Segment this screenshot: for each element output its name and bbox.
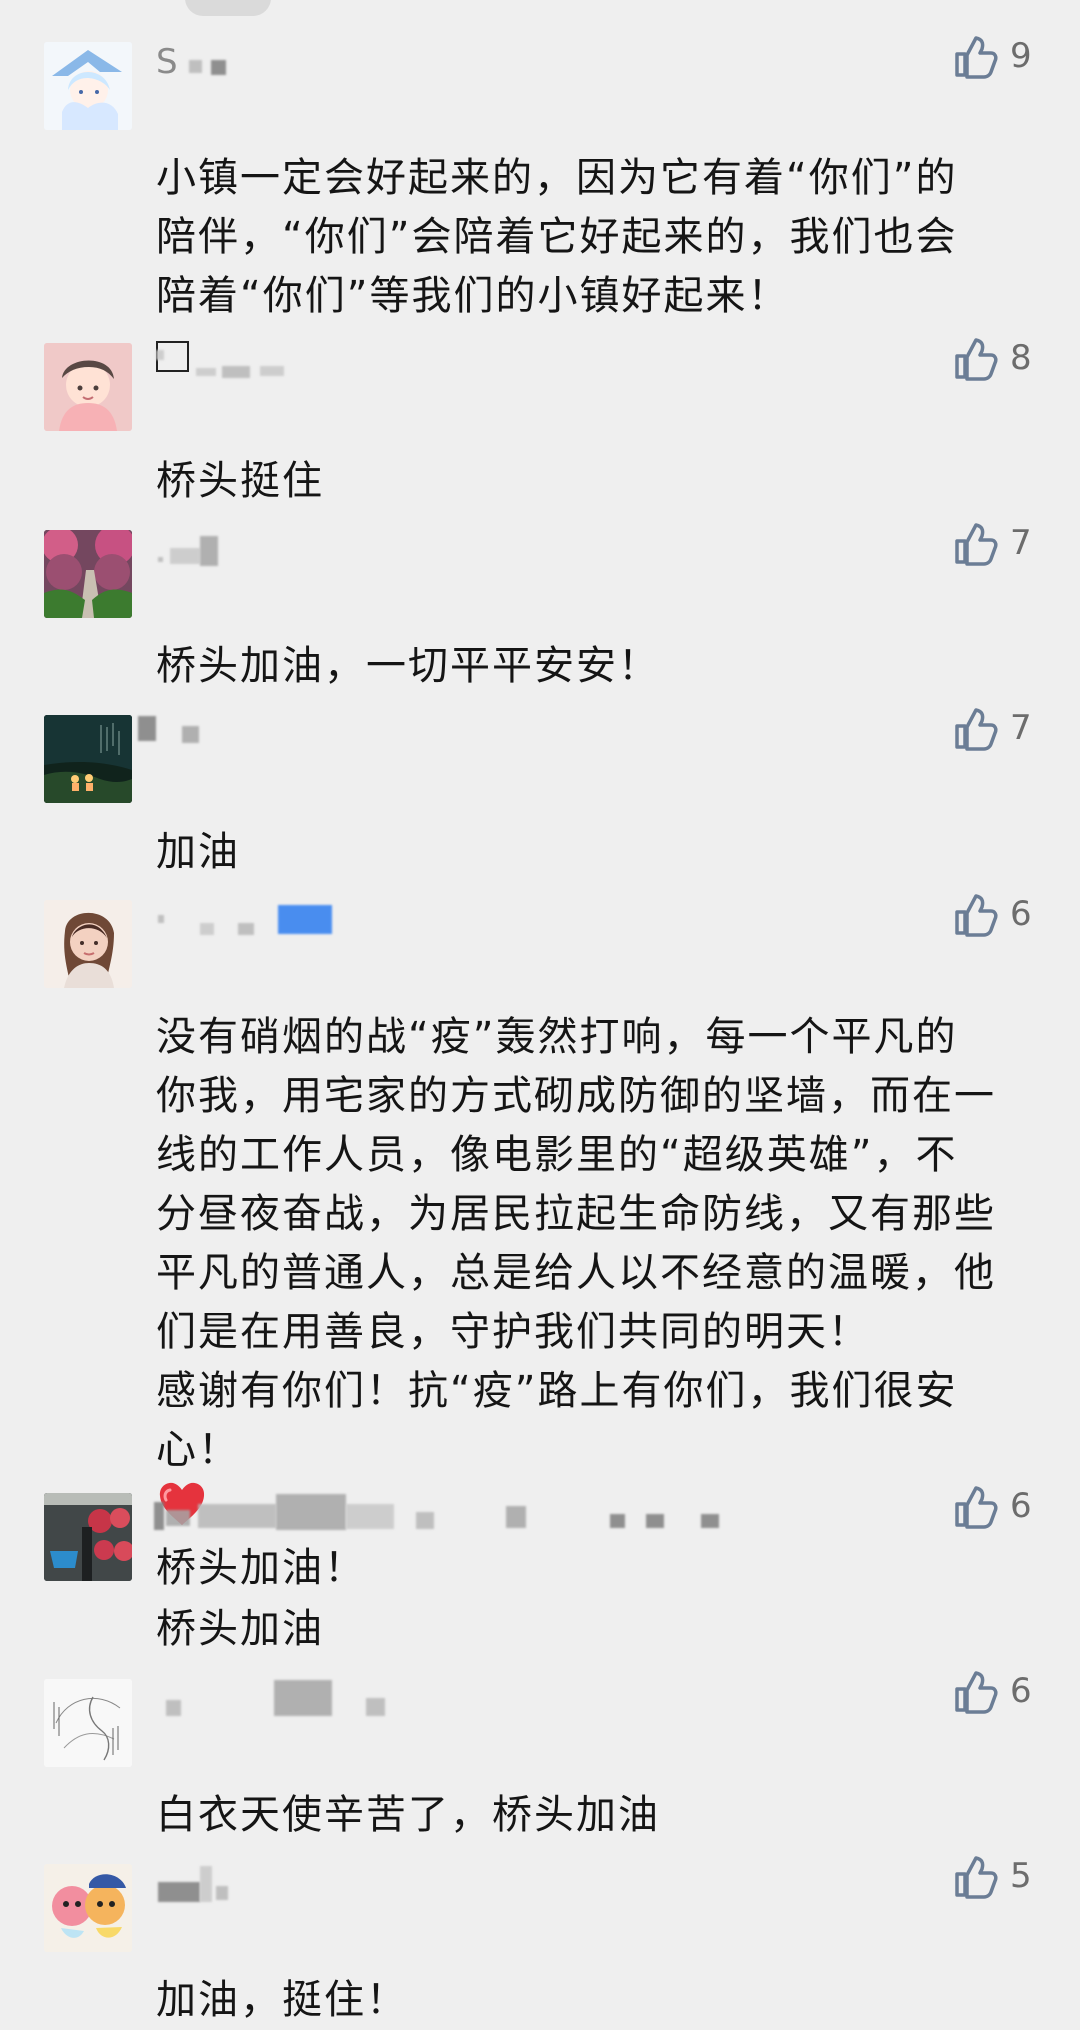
thumbs-up-icon [955,1671,998,1714]
thumbs-up-icon [955,523,998,566]
avatar-night-children-image [44,715,132,803]
comment-text: 白衣天使辛苦了，桥头加油 [156,1727,1036,1845]
like-button[interactable]: 7 [952,706,1042,754]
username-mosaic [276,1494,346,1530]
like-button[interactable]: 8 [952,336,1042,384]
like-button[interactable]: 5 [952,1854,1042,1902]
username-mosaic [701,1514,719,1528]
thumbs-up-icon [955,1486,998,1529]
username-mosaic [211,60,226,75]
username-mosaic [200,536,218,566]
comment-text-main: 桥头加油，一切平平安安！ [156,643,660,689]
username-mosaic [156,350,164,360]
username-mosaic [158,557,163,562]
username-mosaic [198,1504,276,1528]
avatar-cartoon-pair-image [44,1864,132,1952]
avatar[interactable] [44,1679,132,1767]
username-mosaic [200,923,214,935]
comment-text: 桥头加油，一切平平安安！ [156,578,1036,696]
thumbs-up-icon [955,1856,998,1899]
username-text: S [156,42,178,82]
username-mosaic [260,366,284,376]
comment-text: 小镇一定会好起来的，因为它有着“你们”的 陪伴，“你们”会陪着它好起来的，我们也… [156,90,1036,385]
like-button[interactable]: 6 [952,1669,1042,1717]
avatar-boy-image [44,343,132,431]
comment-text-main: 加油 [156,829,240,875]
username-mosaic [158,1882,200,1902]
avatar-woman-photo-image [44,900,132,988]
avatar[interactable] [44,1864,132,1952]
comment-text-main: 白衣天使辛苦了，桥头加油 [156,1792,660,1838]
thumbs-up-icon [955,708,998,751]
avatar[interactable] [44,1493,132,1581]
username-mosaic [416,1512,434,1529]
comment-text: 桥头挺住 [156,393,1036,511]
like-count: 7 [1010,523,1032,563]
username-mosaic [238,923,254,935]
like-count: 6 [1010,1486,1032,1526]
username-mosaic [166,1700,181,1716]
avatar-wall-decoration-image [44,1493,132,1581]
thumbs-up-icon [955,36,998,79]
like-count: 7 [1010,708,1032,748]
username-mosaic [216,1886,228,1900]
like-count: 9 [1010,36,1032,76]
avatar[interactable] [44,530,132,618]
username-mosaic [182,726,199,743]
comment-text-main: 小镇一定会好起来的，因为它有着“你们”的 陪伴，“你们”会陪着它好起来的，我们也… [156,155,958,319]
comment-text: 加油 [156,764,1036,882]
comment-text-main: 桥头加油 [156,1606,324,1652]
like-count: 6 [1010,894,1032,934]
like-button[interactable]: 9 [952,34,1042,82]
thumbs-up-icon [955,338,998,381]
avatar[interactable] [44,715,132,803]
username-mosaic [158,915,164,923]
username-mosaic [346,1504,394,1529]
avatar[interactable] [44,900,132,988]
username-mosaic [138,716,156,741]
username-mosaic [366,1698,385,1716]
top-tab-indicator [185,0,271,16]
thumbs-up-icon [955,894,998,937]
like-count: 8 [1010,338,1032,378]
username-mosaic [278,905,332,934]
avatar[interactable] [44,42,132,130]
username-mosaic [200,1866,212,1902]
username-mosaic [646,1514,664,1528]
comment-text-main: 桥头挺住 [156,458,324,504]
username-mosaic [274,1680,332,1716]
username-mosaic [506,1506,526,1528]
username-mosaic [189,60,202,73]
avatar-sketch-image [44,1679,132,1767]
username-mosaic [170,548,200,564]
username-mosaic [154,1502,164,1530]
username-mosaic [610,1514,625,1528]
username-mosaic [222,366,250,378]
like-button[interactable]: 6 [952,892,1042,940]
comment-text: 桥头加油 [156,1541,1036,1659]
avatar-anime-girl-image [44,42,132,130]
avatar[interactable] [44,343,132,431]
like-count: 6 [1010,1671,1032,1711]
username-mosaic [166,1510,190,1526]
avatar-cherry-path-image [44,530,132,618]
like-button[interactable]: 6 [952,1484,1042,1532]
comment-text-main: 没有硝烟的战“疫”轰然打响，每一个平凡的 你我，用宅家的方式砌成防御的坚墙，而在… [156,1014,996,1473]
comment-text-main: 加油，挺住！ [156,1977,408,2023]
like-count: 5 [1010,1856,1032,1896]
comment-text: 加油，挺住！ [156,1912,1036,2030]
username-mosaic [196,368,216,376]
like-button[interactable]: 7 [952,521,1042,569]
